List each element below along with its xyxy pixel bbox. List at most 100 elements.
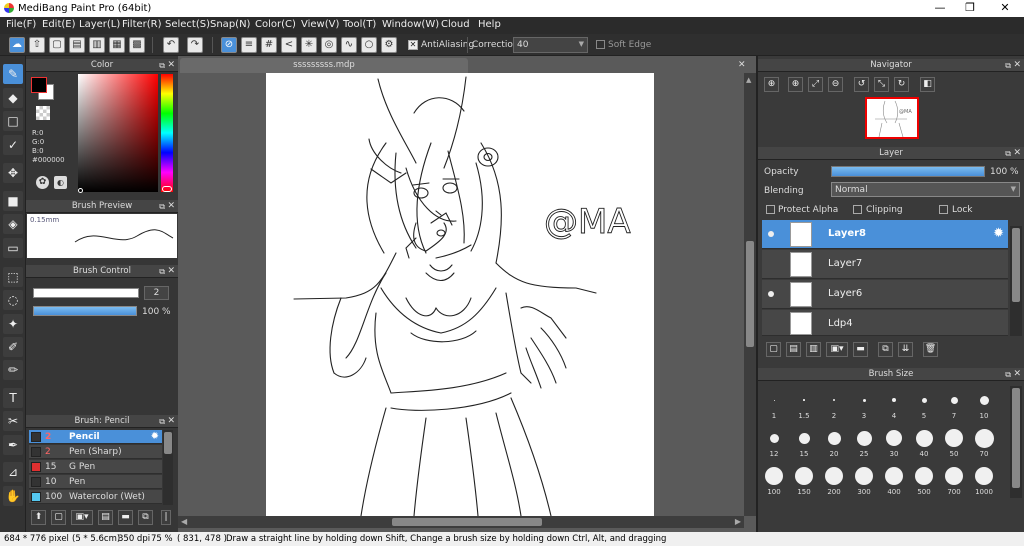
- new-8bit-layer-icon[interactable]: ▥: [806, 342, 821, 357]
- brush-item[interactable]: 100 Watercolor (Wet): [29, 490, 162, 504]
- divide-tool-icon[interactable]: ✂: [3, 411, 23, 431]
- shape-tool-icon[interactable]: ■: [3, 191, 23, 211]
- brush-size-dot[interactable]: [825, 467, 843, 485]
- layer-list-scrollbar[interactable]: [1010, 226, 1022, 336]
- zoom-fit-icon[interactable]: ⊕: [764, 77, 779, 92]
- trash-icon[interactable]: 🗑: [923, 342, 938, 357]
- bucket-tool-icon[interactable]: ◈: [3, 214, 23, 234]
- brush-size-dot[interactable]: [979, 395, 989, 405]
- chevron-up-icon[interactable]: ▲: [746, 76, 751, 84]
- eraser-tool-icon[interactable]: ◆: [3, 88, 23, 108]
- horizontal-scrollbar[interactable]: ◀ ▶: [178, 516, 744, 528]
- chevron-right-icon[interactable]: ▶: [735, 517, 741, 526]
- brush-size-dot[interactable]: [975, 467, 993, 485]
- menu-file[interactable]: File(F): [6, 19, 36, 30]
- folder-icon[interactable]: ▬: [118, 510, 133, 525]
- snap-settings-icon[interactable]: ⚙: [381, 37, 397, 53]
- brush-opacity-slider[interactable]: [33, 306, 137, 316]
- move-tool-icon[interactable]: ✥: [3, 163, 23, 183]
- brush-size-dot[interactable]: [827, 431, 841, 445]
- close-icon[interactable]: ✕: [167, 415, 175, 428]
- pen-tool-icon[interactable]: ✓: [3, 135, 23, 155]
- close-icon[interactable]: ✕: [1013, 147, 1021, 160]
- snap-off-icon[interactable]: ⊘: [221, 37, 237, 53]
- menu-color[interactable]: Color(C): [255, 19, 296, 30]
- new-layer-icon[interactable]: ▢: [766, 342, 781, 357]
- magic-wand-icon[interactable]: ✦: [3, 314, 23, 334]
- brush-size-dot[interactable]: [885, 467, 903, 485]
- add-brush-menu-icon[interactable]: ▣▾: [71, 510, 93, 525]
- rotate-left-icon[interactable]: ↺: [854, 77, 869, 92]
- brush-size-dot[interactable]: [974, 428, 994, 448]
- minimize-button[interactable]: —: [930, 1, 950, 14]
- brush-size-dot[interactable]: [945, 429, 963, 447]
- menu-snap[interactable]: Snap(N): [210, 19, 250, 30]
- gear-icon[interactable]: ✹: [993, 226, 1004, 241]
- menu-filter[interactable]: Filter(R): [122, 19, 162, 30]
- undo-icon[interactable]: ↶: [163, 37, 179, 53]
- actual-size-icon[interactable]: ⤢: [808, 77, 823, 92]
- snap-circle-icon[interactable]: ◎: [321, 37, 337, 53]
- duplicate-layer-icon[interactable]: ⧉: [878, 342, 893, 357]
- brush-size-dot[interactable]: [803, 399, 805, 401]
- popout-icon[interactable]: ⧉: [159, 200, 165, 213]
- brush-size-dot[interactable]: [833, 399, 835, 401]
- brush-item[interactable]: 10 Pen: [29, 475, 162, 489]
- close-window-button[interactable]: ✕: [995, 1, 1015, 14]
- brush-size-dot[interactable]: [921, 397, 927, 403]
- menu-select[interactable]: Select(S): [165, 19, 210, 30]
- menu-edit[interactable]: Edit(E): [42, 19, 76, 30]
- brush-size-dot[interactable]: [945, 467, 963, 485]
- gear-icon[interactable]: ✹: [151, 430, 159, 444]
- brush-size-slider[interactable]: [33, 288, 139, 298]
- brush-item[interactable]: 15 G Pen: [29, 460, 162, 474]
- restore-button[interactable]: ❐: [960, 1, 980, 14]
- brush-size-dot[interactable]: [855, 467, 873, 485]
- protect-alpha-checkbox[interactable]: [766, 205, 775, 214]
- rotate-right-icon[interactable]: ↻: [894, 77, 909, 92]
- brush-size-dot[interactable]: [915, 429, 933, 447]
- select-rect-icon[interactable]: ⬚: [3, 267, 23, 287]
- menu-window[interactable]: Window(W): [382, 19, 439, 30]
- palette-icon[interactable]: ◐: [54, 176, 67, 189]
- text-tool-icon[interactable]: T: [3, 388, 23, 408]
- drawing-canvas[interactable]: @MA: [266, 73, 654, 516]
- brush-list-scrollbar[interactable]: [163, 430, 173, 505]
- brush-item[interactable]: 2 Pen (Sharp): [29, 445, 162, 459]
- share-icon[interactable]: ⇧: [29, 37, 45, 53]
- brush-size-dot[interactable]: [769, 433, 779, 443]
- brush-size-dot[interactable]: [795, 467, 813, 485]
- brush-size-dot[interactable]: [950, 396, 958, 404]
- brush-tool-icon[interactable]: ✎: [3, 64, 23, 84]
- popout-icon[interactable]: ⧉: [1005, 368, 1011, 381]
- correction-dropdown[interactable]: 40 ▼: [513, 37, 588, 53]
- snap-ellipse-icon[interactable]: ○: [361, 37, 377, 53]
- redo-icon[interactable]: ↷: [187, 37, 203, 53]
- hue-slider-handle[interactable]: [162, 186, 172, 192]
- brush-size-dot[interactable]: [773, 399, 775, 401]
- chevron-left-icon[interactable]: ◀: [181, 517, 187, 526]
- document-tab[interactable]: sssssssss.mdp: [180, 58, 468, 73]
- lasso-tool-icon[interactable]: ◌: [3, 290, 23, 310]
- add-layer-menu-icon[interactable]: ▣▾: [826, 342, 848, 357]
- brush-size-dot[interactable]: [862, 398, 866, 402]
- layer-row[interactable]: Layer8 ✹: [762, 220, 1008, 249]
- brush-settings-icon[interactable]: ▤: [98, 510, 113, 525]
- color-picker-field[interactable]: [78, 74, 158, 192]
- blur-tool-icon[interactable]: ✒: [3, 435, 23, 455]
- duplicate-icon[interactable]: ⧉: [138, 510, 153, 525]
- menu-cloud[interactable]: Cloud: [441, 19, 470, 30]
- scrollbar-thumb[interactable]: [392, 518, 542, 526]
- menu-help[interactable]: Help: [478, 19, 501, 30]
- dot-tool-icon[interactable]: □: [3, 111, 23, 131]
- brush-size-dot[interactable]: [886, 430, 902, 446]
- close-icon[interactable]: ✕: [1013, 59, 1021, 72]
- folder-icon[interactable]: ▬: [853, 342, 868, 357]
- popout-icon[interactable]: ⧉: [159, 59, 165, 72]
- brush-size-dot[interactable]: [798, 432, 810, 444]
- layer-opacity-slider[interactable]: [831, 166, 985, 177]
- chat-icon[interactable]: ▢: [49, 37, 65, 53]
- menu-tool[interactable]: Tool(T): [343, 19, 376, 30]
- snap-grid-icon[interactable]: #: [261, 37, 277, 53]
- select-pen-icon[interactable]: ✐: [3, 337, 23, 357]
